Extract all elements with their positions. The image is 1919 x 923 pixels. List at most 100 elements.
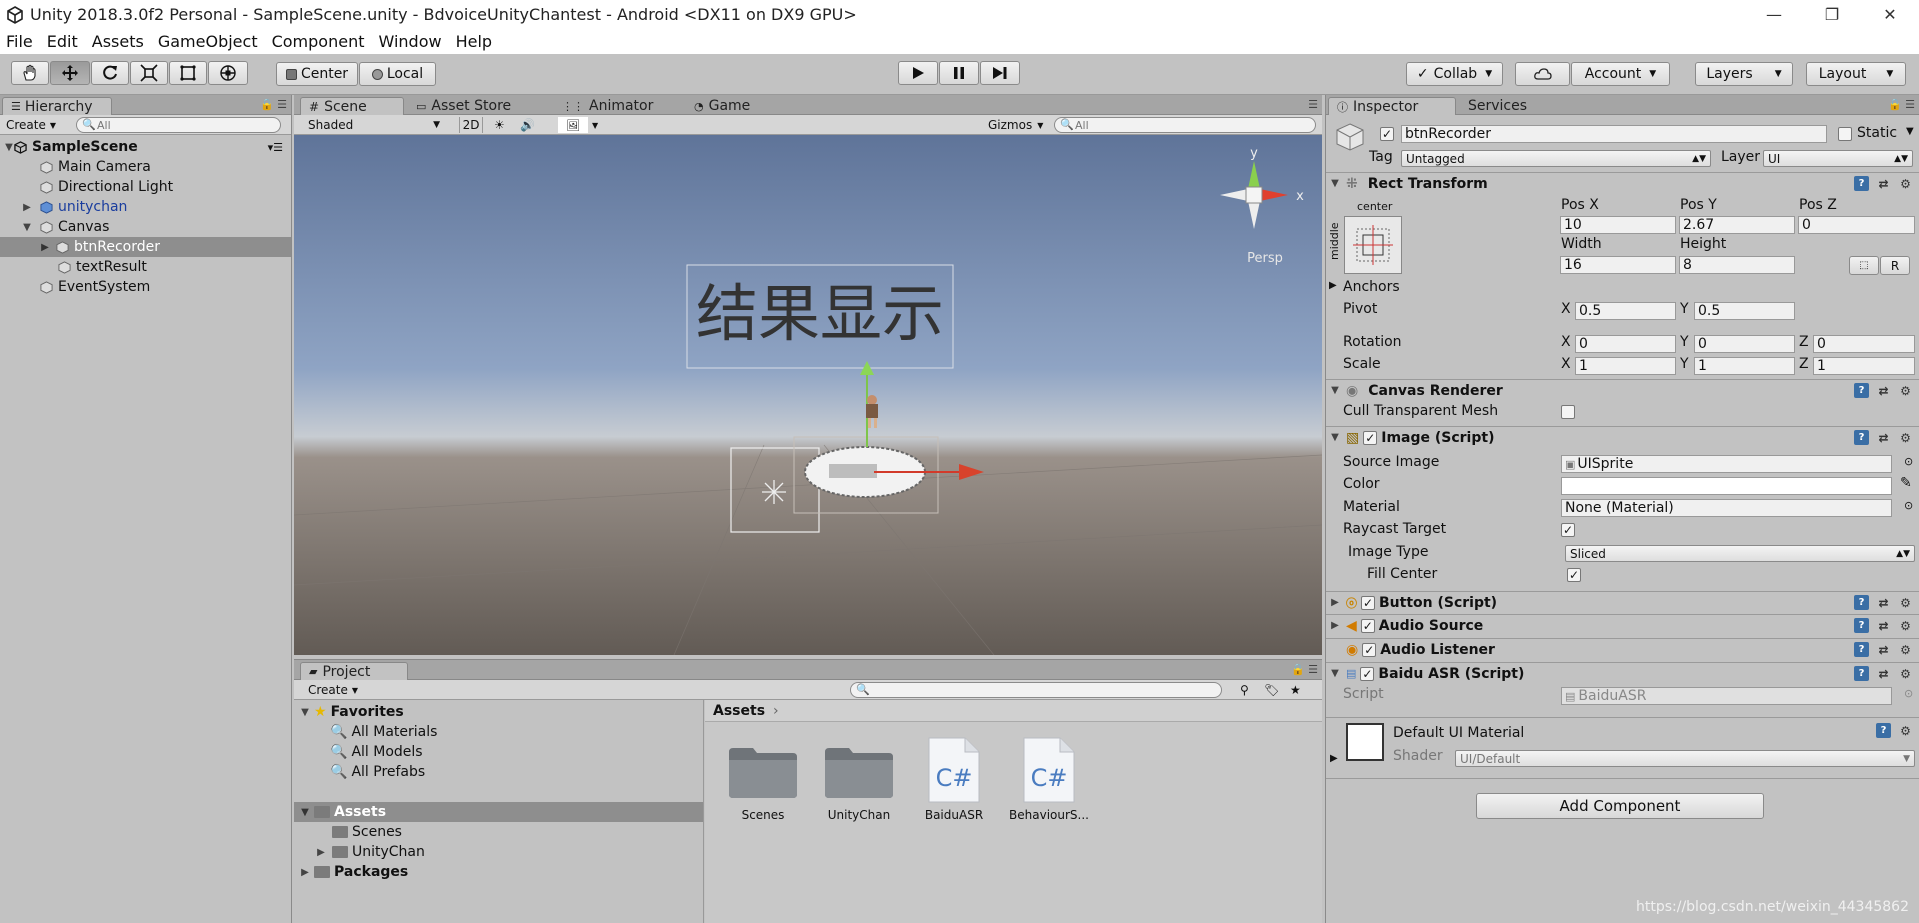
effects-dropdown[interactable]: ▼ (592, 117, 598, 133)
assets-root-row[interactable]: ▼ Assets (294, 802, 703, 822)
scale-z-input[interactable]: 1 (1813, 357, 1915, 375)
tab-animator[interactable]: ⋮⋮ Animator (554, 97, 661, 115)
gear-icon[interactable]: ⚙ (1898, 642, 1913, 657)
enable-checkbox[interactable]: ✓ (1361, 595, 1375, 610)
collab-button[interactable]: ✓ Collab ▼ (1406, 62, 1503, 86)
image-type-dropdown[interactable]: Sliced ▲▼ (1565, 545, 1915, 562)
effects-toggle[interactable]: 🖼 (558, 117, 588, 133)
tab-scene[interactable]: # Scene (300, 97, 404, 115)
tab-hierarchy[interactable]: ☰ Hierarchy (2, 97, 112, 115)
help-icon[interactable]: ? (1876, 723, 1891, 738)
anchor-preset-button[interactable] (1344, 216, 1402, 274)
audio-listener-header[interactable]: ◉ ✓ Audio Listener ? ⇄ ⚙ (1326, 638, 1919, 660)
cloud-button[interactable] (1515, 62, 1570, 86)
panel-lock-icon[interactable]: 🔒 ☰ (260, 98, 287, 111)
favorite-item[interactable]: 🔍 All Prefabs (294, 762, 703, 782)
restore-button[interactable]: ❐ (1803, 0, 1861, 29)
collapse-arrow-icon[interactable]: ▼ (1330, 432, 1340, 443)
hierarchy-create-button[interactable]: Create ▼ (6, 117, 56, 133)
minimize-button[interactable]: — (1745, 0, 1803, 29)
2d-toggle-button[interactable]: 2D (459, 117, 483, 133)
expand-arrow-icon[interactable]: ▶ (1329, 280, 1337, 291)
expand-arrow-icon[interactable]: ▶ (1330, 597, 1340, 608)
menu-component[interactable]: Component (272, 32, 365, 51)
expand-arrow-icon[interactable]: ▼ (300, 707, 310, 718)
preset-icon[interactable]: ⇄ (1876, 642, 1891, 657)
filter-label-button[interactable]: 🏷 (1264, 682, 1279, 698)
expand-arrow-icon[interactable]: ▼ (22, 222, 32, 233)
gear-icon[interactable]: ⚙ (1898, 383, 1913, 398)
rect-tool-button[interactable] (169, 61, 207, 85)
tag-dropdown[interactable]: Untagged ▲▼ (1401, 150, 1711, 167)
audio-toggle[interactable]: 🔊 (520, 117, 535, 133)
menu-assets[interactable]: Assets (92, 32, 144, 51)
project-search-input[interactable]: 🔍 (850, 682, 1222, 698)
breadcrumb-label[interactable]: Assets (713, 703, 765, 719)
layer-dropdown[interactable]: UI ▲▼ (1763, 150, 1913, 167)
help-icon[interactable]: ? (1854, 642, 1869, 657)
baidu-asr-header[interactable]: ▼ ▤ ✓ Baidu ASR (Script) ? ⇄ ⚙ (1326, 662, 1919, 684)
static-checkbox[interactable] (1838, 127, 1852, 141)
raw-edit-button[interactable]: R (1880, 256, 1910, 275)
enable-checkbox[interactable]: ✓ (1360, 666, 1375, 681)
step-button[interactable] (980, 61, 1020, 85)
project-create-button[interactable]: Create ▼ (308, 682, 358, 698)
preset-icon[interactable]: ⇄ (1876, 618, 1891, 633)
audio-source-header[interactable]: ▶ ◀ ✓ Audio Source ? ⇄ ⚙ (1326, 614, 1919, 636)
tab-services[interactable]: Services (1460, 97, 1535, 115)
menu-window[interactable]: Window (378, 32, 441, 51)
gear-icon[interactable]: ⚙ (1898, 595, 1913, 610)
transform-tool-button[interactable] (208, 61, 248, 85)
hierarchy-item[interactable]: ▼ Canvas (0, 217, 291, 237)
hierarchy-search-input[interactable]: 🔍 All (76, 117, 281, 133)
hierarchy-item[interactable]: Main Camera (0, 157, 291, 177)
scale-tool-button[interactable] (130, 61, 168, 85)
preset-icon[interactable]: ⇄ (1876, 595, 1891, 610)
preset-icon[interactable]: ⇄ (1876, 383, 1891, 398)
object-name-input[interactable]: btnRecorder (1401, 125, 1827, 143)
favorites-row[interactable]: ▼ ★ Favorites (294, 702, 703, 722)
pos-y-input[interactable]: 2.67 (1679, 216, 1795, 234)
layers-dropdown[interactable]: Layers ▼ (1695, 62, 1793, 86)
scale-x-input[interactable]: 1 (1575, 357, 1676, 375)
menu-gameobject[interactable]: GameObject (158, 32, 258, 51)
active-checkbox[interactable]: ✓ (1380, 127, 1394, 141)
raycast-checkbox[interactable]: ✓ (1561, 523, 1575, 537)
collapse-arrow-icon[interactable]: ▼ (1330, 178, 1340, 189)
scene-search-input[interactable]: 🔍 All (1054, 117, 1316, 133)
anchors-foldout[interactable]: ▶ Anchors (1326, 279, 1919, 299)
gear-icon[interactable]: ⚙ (1898, 176, 1913, 191)
layout-dropdown[interactable]: Layout ▼ (1806, 62, 1906, 86)
expand-arrow-icon[interactable]: ▶ (40, 242, 50, 253)
expand-arrow-icon[interactable]: ▶ (22, 202, 32, 213)
chevron-down-icon[interactable]: ▼ (1906, 126, 1914, 137)
tab-project[interactable]: ▰ Project (300, 662, 408, 680)
object-picker-icon[interactable]: ⊙ (1904, 499, 1913, 512)
rotation-y-input[interactable]: 0 (1694, 335, 1795, 353)
panel-menu-icon[interactable]: ☰ (1308, 98, 1318, 111)
hierarchy-item[interactable]: textResult (0, 257, 291, 277)
eyedropper-icon[interactable]: ✎ (1900, 475, 1912, 491)
preset-icon[interactable]: ⇄ (1876, 176, 1891, 191)
shader-dropdown[interactable]: UI/Default ▼ (1455, 750, 1915, 767)
hierarchy-item[interactable]: Directional Light (0, 177, 291, 197)
favorite-item[interactable]: 🔍 All Models (294, 742, 703, 762)
hand-tool-button[interactable] (11, 61, 49, 85)
scene-root[interactable]: ▼ SampleScene ▾☰ (0, 137, 291, 157)
expand-arrow-icon[interactable]: ▶ (316, 847, 326, 858)
enable-checkbox[interactable]: ✓ (1360, 618, 1375, 633)
filter-type-button[interactable]: ⚲ (1240, 682, 1249, 698)
collapse-arrow-icon[interactable]: ▼ (1330, 668, 1340, 679)
help-icon[interactable]: ? (1854, 666, 1869, 681)
favorite-item[interactable]: 🔍 All Materials (294, 722, 703, 742)
help-icon[interactable]: ? (1854, 176, 1869, 191)
gear-icon[interactable]: ⚙ (1898, 618, 1913, 633)
scale-y-input[interactable]: 1 (1694, 357, 1795, 375)
pivot-center-button[interactable]: Center (276, 62, 358, 86)
rotation-z-input[interactable]: 0 (1813, 335, 1915, 353)
scene-viewport[interactable]: 结果显示 y x Persp (294, 135, 1322, 655)
panel-lock-icon[interactable]: 🔒 ☰ (1888, 98, 1915, 111)
cull-checkbox[interactable] (1561, 405, 1575, 419)
blueprint-mode-button[interactable]: ⬚ (1849, 256, 1879, 275)
move-tool-button[interactable] (50, 61, 90, 85)
